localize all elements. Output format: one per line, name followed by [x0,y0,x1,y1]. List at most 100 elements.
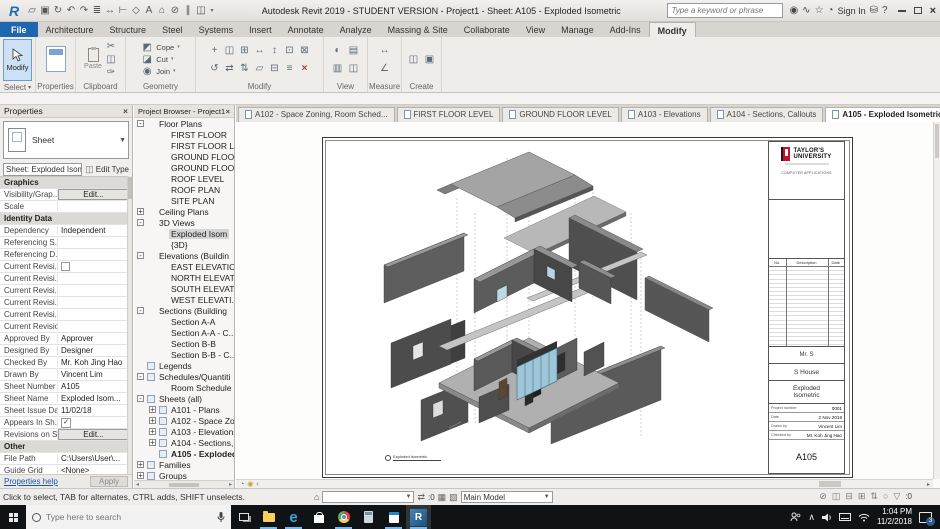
property-row[interactable]: Current Revisi... [0,261,132,273]
tree-item[interactable]: WEST ELEVATI... [134,294,234,305]
revit-app-menu-icon[interactable]: R [4,3,24,19]
property-row[interactable]: Sheet Name Exploded Isom... [0,393,132,405]
tree-expander-icon[interactable] [149,241,156,248]
instance-selector[interactable]: Sheet: Exploded Isom▼ [3,163,82,176]
tree-expander-icon[interactable]: - [137,120,144,127]
file-explorer-button[interactable] [256,505,281,529]
speaker-icon[interactable] [822,513,832,522]
sheet-canvas[interactable]: TAYLOR'SUNIVERSITY COMPUTER APPLICATIONS… [236,122,933,479]
sync-icon[interactable]: ↻ [52,5,64,16]
tree-item[interactable]: - Schedules/Quantiti [134,371,234,382]
tree-expander-icon[interactable]: + [137,208,144,215]
tree-expander-icon[interactable]: - [137,252,144,259]
tree-expander-icon[interactable]: - [137,307,144,314]
assembly-icon[interactable]: ◫ [408,54,420,65]
tree-item[interactable]: - Sheets (all) [134,393,234,404]
angle-icon[interactable]: ∠ [379,63,391,74]
tree-item[interactable]: Section B-B [134,338,234,349]
group-icon[interactable]: ▣ [424,54,436,65]
offset-icon[interactable]: ↔ [254,45,266,56]
text-icon[interactable]: A [143,5,155,16]
tree-expander-icon[interactable] [149,197,156,204]
people-icon[interactable] [790,512,801,522]
tree-item[interactable]: FIRST FLOOR L... [134,140,234,151]
search-icon[interactable]: ◉ [789,5,798,16]
project-browser-close-icon[interactable]: × [226,107,230,116]
user-icon[interactable]: ◔ [828,5,834,16]
editing-requests-icon[interactable]: ⇅ [870,491,878,502]
sign-in-label[interactable]: Sign In [838,6,866,16]
property-row[interactable]: Other [0,441,132,453]
print-icon[interactable]: ≣ [91,5,103,16]
editing-requests-icon[interactable]: ⇄ [417,492,425,503]
measure-line-icon[interactable]: ↔ [379,45,391,56]
store-button[interactable] [306,505,331,529]
property-row[interactable]: Visibility/Grap... Edit... [0,189,132,201]
properties-help-link[interactable]: Properties help [4,477,58,486]
measure-icon[interactable]: ↔ [104,5,116,16]
align-icon[interactable]: ⊡ [284,45,296,56]
design-option-select[interactable]: Main Model▼ [461,491,553,503]
property-row[interactable]: Current Revisi... [0,309,132,321]
tree-item[interactable]: EAST ELEVATIO... [134,261,234,272]
tree-expander-icon[interactable] [149,164,156,171]
tree-expander-icon[interactable] [149,450,156,457]
tree-item[interactable]: ROOF LEVEL [134,173,234,184]
tree-item[interactable]: NORTH ELEVAT... [134,272,234,283]
minimize-button[interactable] [898,10,906,12]
microphone-icon[interactable] [217,512,225,523]
document-tab[interactable]: A104 - Sections, Callouts [710,107,824,122]
graphics-icon[interactable]: ▥ [332,63,344,74]
tree-item[interactable]: GROUND FLOO... [134,151,234,162]
tree-expander-icon[interactable] [149,318,156,325]
reveal-icon[interactable]: ▤ [348,45,360,56]
property-row[interactable]: Scale [0,201,132,213]
document-tab[interactable]: A105 - Exploded Isometric [825,107,940,122]
tree-expander-icon[interactable] [149,285,156,292]
document-tab[interactable]: A102 - Space Zoning, Room Sched... [238,107,395,122]
scale-icon[interactable]: ◔ [240,481,244,488]
tree-item[interactable]: Section B-B - C... [134,349,234,360]
tree-item[interactable]: + Ceiling Plans [134,206,234,217]
mirror-icon[interactable]: ⊞ [239,45,251,56]
tree-item[interactable]: A105 - Exploded I [134,448,234,459]
select-panel-label[interactable]: Select [4,83,26,92]
tree-expander-icon[interactable]: + [149,428,156,435]
type-selector-dropdown-icon[interactable]: ▼ [119,137,126,144]
tree-item[interactable]: SITE PLAN [134,195,234,206]
tree-item[interactable]: + A102 - Space Zoni [134,415,234,426]
links-icon[interactable]: ⊟ [845,491,853,502]
scale-icon[interactable]: ▱ [254,63,266,74]
cut-clipboard-icon[interactable]: ✂ [105,41,117,52]
trim-icon[interactable]: ⇄ [224,63,236,74]
canvas-vscrollbar[interactable] [933,122,940,479]
copy-clipboard-icon[interactable]: ◫ [105,54,117,65]
revit-taskbar-button[interactable]: R [406,505,431,529]
ribbon-tab[interactable]: Insert [241,22,280,37]
tree-item[interactable]: Exploded Isom [134,228,234,239]
exchange-apps-icon[interactable]: ∿ [802,5,810,16]
property-row[interactable]: Dependency Independent [0,225,132,237]
tree-expander-icon[interactable] [149,153,156,160]
qat-customize-icon[interactable]: ▾ [209,7,215,14]
delete-icon[interactable]: × [299,63,311,74]
window-icon[interactable]: ◫ [348,63,360,74]
property-row[interactable]: Current Revision [0,321,132,333]
tree-item[interactable]: - Elevations (Buildin [134,250,234,261]
pin-icon[interactable]: ⊠ [299,45,311,56]
home-icon[interactable]: ⌂ [314,492,319,502]
ribbon-tab[interactable]: File [0,22,38,37]
tree-expander-icon[interactable]: + [137,472,144,479]
action-center-icon[interactable]: 3 [919,512,932,523]
tree-expander-icon[interactable] [149,142,156,149]
ribbon-tab[interactable]: Steel [154,22,191,37]
tree-item[interactable]: Section A-A - C... [134,327,234,338]
ribbon-tab[interactable]: Manage [553,22,602,37]
dimension-icon[interactable]: ⊢ [117,5,129,16]
ribbon-tab[interactable]: Architecture [38,22,102,37]
scroll-left-icon[interactable]: ‹ [256,481,258,488]
tree-item[interactable]: + Groups [134,470,234,480]
tree-expander-icon[interactable]: - [137,219,144,226]
properties-scrollbar[interactable] [127,176,132,474]
property-row[interactable]: Appears In Sh... [0,417,132,429]
